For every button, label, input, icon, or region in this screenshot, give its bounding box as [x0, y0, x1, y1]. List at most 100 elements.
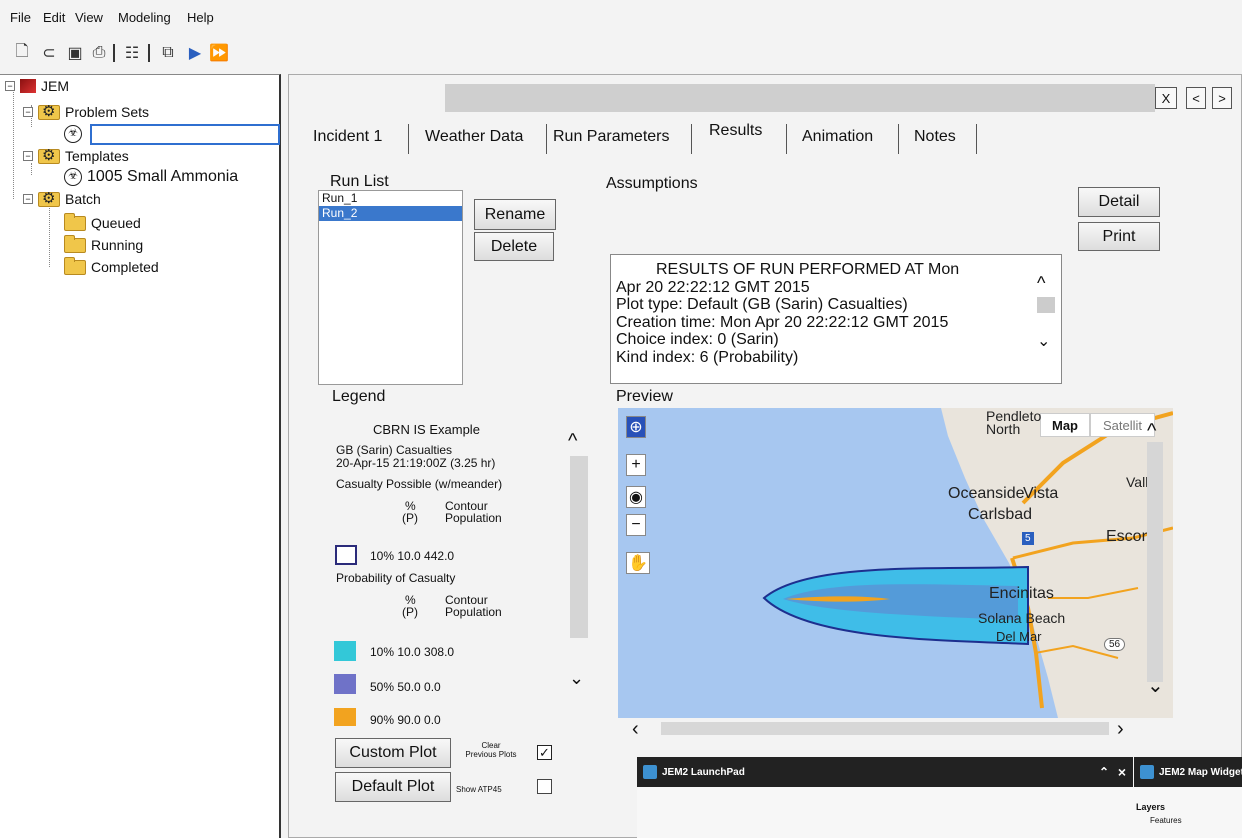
map-widget-titlebar: JEM2 Map Widget: [1134, 757, 1242, 787]
export-icon[interactable]: ⧉: [157, 42, 179, 64]
rename-button[interactable]: Rename: [474, 199, 556, 230]
assumptions-text: RESULTS OF RUN PERFORMED AT Mon Apr 20 2…: [610, 254, 1062, 384]
legend-label: Legend: [332, 388, 386, 405]
tab-header-bar: [445, 84, 1155, 112]
print-button[interactable]: Print: [1078, 222, 1160, 251]
satellite-type-button[interactable]: Satellit: [1090, 413, 1155, 437]
save-icon[interactable]: ▣: [64, 42, 86, 64]
legend-row: 10% 10.0 308.0: [370, 645, 455, 659]
tree-item-label: Batch: [65, 191, 101, 207]
launchpad-window: JEM2 LaunchPad ⌃ × JEM2 Map Widget Layer…: [637, 757, 1242, 838]
chevron-up-icon[interactable]: ^: [568, 430, 577, 453]
assumption-line: Plot type: Default (GB (Sarin) Casualtie…: [616, 296, 908, 313]
tab-run-parameters[interactable]: Run Parameters: [553, 128, 670, 146]
preview-map[interactable]: ⊕ + ◉ − ✋ Map Satellit Pendleto North Oc…: [618, 408, 1173, 718]
run-icon[interactable]: ▶: [184, 42, 206, 64]
menu-edit[interactable]: Edit: [43, 10, 65, 25]
folder-icon: [38, 189, 60, 207]
hazard-icon: ☣: [64, 125, 82, 143]
assumptions-label: Assumptions: [606, 175, 698, 192]
menu-modeling[interactable]: Modeling: [118, 10, 171, 25]
legend-row: 10% 10.0 442.0: [370, 549, 455, 563]
legend-scrollbar[interactable]: [570, 456, 588, 638]
tree-item-batch[interactable]: − Batch: [23, 189, 101, 207]
detail-button[interactable]: Detail: [1078, 187, 1160, 217]
new-icon[interactable]: 🗋: [11, 42, 33, 64]
map-type-button[interactable]: Map: [1040, 413, 1090, 437]
launchpad-icon: [643, 765, 657, 779]
tree-item-running[interactable]: Running: [64, 234, 143, 253]
legend-col-population: Population: [445, 511, 502, 525]
legend-row: 90% 90.0 0.0: [370, 713, 441, 726]
map-horizontal-scrollbar[interactable]: ‹ ›: [632, 718, 1140, 740]
map-widget-title: JEM2 Map Widget: [1159, 766, 1242, 778]
chevron-down-icon[interactable]: ⌄: [1037, 333, 1057, 351]
custom-plot-button[interactable]: Custom Plot: [335, 738, 451, 768]
tree-root[interactable]: − JEM: [5, 78, 69, 94]
tree-item-queued[interactable]: Queued: [64, 212, 141, 231]
legend-section-1: Casualty Possible (w/meander): [336, 477, 503, 491]
folder-icon: [38, 146, 60, 164]
tree-item-template[interactable]: ☣ 1005 Small Ammonia: [64, 168, 238, 186]
tab-results[interactable]: Results: [709, 122, 762, 140]
menu-help[interactable]: Help: [187, 10, 214, 25]
next-panel-button[interactable]: >: [1212, 87, 1232, 109]
default-plot-button[interactable]: Default Plot: [335, 772, 451, 802]
zoom-in-icon[interactable]: +: [626, 454, 646, 476]
run-all-icon[interactable]: ⏩: [208, 42, 230, 64]
clear-previous-checkbox[interactable]: ✓: [537, 745, 552, 760]
menu-view[interactable]: View: [75, 10, 103, 25]
print-icon[interactable]: ⎙: [88, 42, 110, 64]
chevron-down-icon[interactable]: ⌄: [569, 668, 584, 689]
zoom-out-icon[interactable]: −: [626, 514, 646, 536]
chevron-left-icon[interactable]: ‹: [632, 718, 639, 741]
assumption-line: Apr 20 22:22:12 GMT 2015: [616, 278, 810, 296]
tree-item-label: Completed: [91, 259, 159, 275]
legend-swatch-cyan: [334, 641, 356, 661]
delete-button[interactable]: Delete: [474, 232, 554, 261]
tree-rename-input[interactable]: [90, 124, 280, 145]
tab-notes[interactable]: Notes: [914, 128, 956, 146]
tree-item-label: Queued: [91, 215, 141, 231]
close-icon[interactable]: ×: [1118, 764, 1126, 780]
globe-icon[interactable]: ◉: [626, 486, 646, 508]
pan-hand-icon[interactable]: ✋: [626, 552, 650, 574]
run-item[interactable]: Run_1: [319, 191, 462, 206]
chevron-up-icon[interactable]: ^: [1037, 274, 1057, 292]
highway-shield: 5: [1022, 532, 1034, 545]
tree-item-new-problem[interactable]: ☣: [64, 125, 82, 143]
tab-weather-data[interactable]: Weather Data: [425, 128, 523, 146]
legend-panel: CBRN IS Example GB (Sarin) Casualties 20…: [330, 408, 590, 726]
tree-item-completed[interactable]: Completed: [64, 256, 159, 275]
show-atp45-checkbox[interactable]: [537, 779, 552, 794]
map-place-label: Escon: [1106, 528, 1151, 545]
run-list[interactable]: Run_1 Run_2: [318, 190, 463, 385]
chevron-right-icon[interactable]: ›: [1117, 718, 1124, 741]
prev-panel-button[interactable]: <: [1186, 87, 1206, 109]
map-place-label: Pendleto North: [986, 408, 1042, 437]
map-place-label: Vista: [1023, 485, 1059, 502]
close-panel-button[interactable]: X: [1155, 87, 1177, 109]
chevron-down-icon[interactable]: ⌄: [1147, 673, 1164, 698]
open-icon[interactable]: ⊂: [38, 42, 60, 64]
restore-icon[interactable]: ⌃: [1099, 765, 1109, 779]
legend-title: CBRN IS Example: [373, 422, 480, 437]
run-item-selected[interactable]: Run_2: [319, 206, 462, 221]
assumption-line: RESULTS OF RUN PERFORMED AT Mon: [656, 261, 960, 278]
assumptions-scrollbar[interactable]: ^ ⌄: [1037, 274, 1057, 351]
menu-file[interactable]: File: [10, 10, 31, 25]
tab-incident-1[interactable]: Incident 1: [313, 128, 382, 146]
tab-animation[interactable]: Animation: [802, 128, 873, 146]
tree-item-label: 1005 Small Ammonia: [87, 168, 239, 185]
launchpad-titlebar: JEM2 LaunchPad ⌃ ×: [637, 757, 1133, 787]
layout-icon[interactable]: ☷: [121, 42, 143, 64]
highway-shield: 56: [1104, 638, 1126, 651]
zoom-box-icon[interactable]: ⊕: [626, 416, 646, 438]
tree-item-templates[interactable]: − Templates: [23, 146, 129, 164]
folder-icon: [38, 102, 60, 120]
layers-label: Layers: [1136, 802, 1166, 812]
map-place-label: Del Mar: [996, 629, 1042, 644]
chevron-up-icon[interactable]: ^: [1147, 420, 1156, 443]
map-widget-icon: [1140, 765, 1154, 779]
tree-item-problem-sets[interactable]: − Problem Sets: [23, 102, 149, 120]
